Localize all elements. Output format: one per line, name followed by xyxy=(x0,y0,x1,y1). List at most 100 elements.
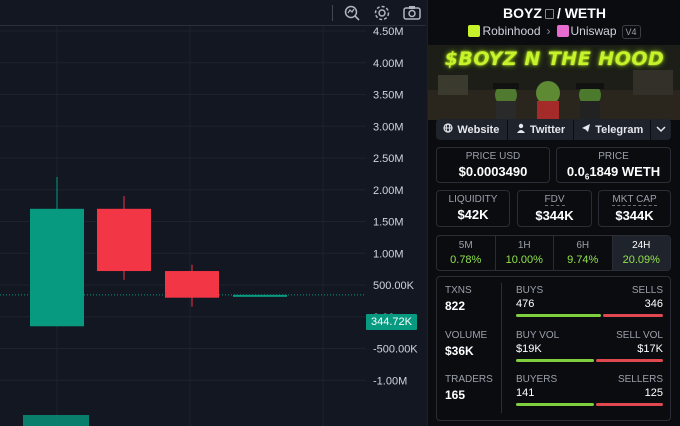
chevron-down-icon xyxy=(656,124,666,136)
candlestick-plot[interactable]: 4.50M 4.00M 3.50M 3.00M 2.50M 2.00M 1.50M 1.00M… xyxy=(0,26,426,426)
trade-stats-box: TXNS 822 VOLUME $36K TRADERS 165 BUYS SELLS … xyxy=(436,276,671,421)
chart-toolbar xyxy=(0,0,426,26)
buys-value: 476 xyxy=(516,298,535,310)
telegram-label: Telegram xyxy=(595,123,644,136)
price-native-box: PRICE 0.061849 WETH xyxy=(556,147,671,183)
website-label: Website xyxy=(457,123,500,136)
toolbar-divider xyxy=(332,5,333,21)
sell-vol-bar-fill xyxy=(595,359,663,362)
price-usd-value: $0.0003490 xyxy=(458,164,528,179)
telegram-icon xyxy=(581,123,591,136)
current-price-badge: 344.72K xyxy=(366,314,417,330)
price-native-suffix: 1849 WETH xyxy=(589,164,661,179)
fdv-value: $344K xyxy=(535,208,574,223)
telegram-button[interactable]: Telegram xyxy=(574,119,651,140)
more-links-button[interactable] xyxy=(651,119,671,140)
buys-sells-bar xyxy=(516,314,663,317)
price-native-label: PRICE xyxy=(598,151,629,162)
banner-title: $BOYZ N THE HOOD xyxy=(444,48,665,70)
app-root: 4.50M 4.00M 3.50M 3.00M 2.50M 2.00M 1.50M 1.00M… xyxy=(0,0,680,426)
robinhood-icon xyxy=(468,25,481,37)
tab-6h[interactable]: 6H 9.74% xyxy=(554,236,613,270)
social-links: Website Twitter Telegram xyxy=(436,119,671,140)
sell-vol-label: SELL VOL xyxy=(616,330,663,341)
price-chart[interactable]: 4.50M 4.00M 3.50M 3.00M 2.50M 2.00M 1.50M 1.00M… xyxy=(0,0,426,426)
buys-sells-stat: BUYS SELLS 476 346 xyxy=(516,285,663,317)
mkt-cap-value: $344K xyxy=(615,208,654,223)
sellers-label: SELLERS xyxy=(617,374,663,385)
website-button[interactable]: Website xyxy=(436,119,507,140)
buy-vol-value: $19K xyxy=(516,343,542,355)
txns-stat: TXNS 822 xyxy=(445,285,472,313)
user-icon xyxy=(516,123,526,136)
buyers-value: 141 xyxy=(516,387,535,399)
tab-1h[interactable]: 1H 10.00% xyxy=(496,236,554,270)
y-axis-tick-label: 2.00M xyxy=(373,185,404,197)
copy-icon[interactable] xyxy=(544,9,554,19)
dex-name[interactable]: Uniswap xyxy=(571,24,617,38)
buy-sell-volume-stat: BUY VOL SELL VOL $19K $17K xyxy=(516,330,663,362)
candle-body xyxy=(165,271,219,298)
liquidity-value: $42K xyxy=(457,207,489,222)
candle-body xyxy=(30,208,84,327)
twitter-button[interactable]: Twitter xyxy=(507,119,574,140)
candle-body xyxy=(97,208,151,272)
sell-vol-value: $17K xyxy=(637,343,663,355)
y-axis-tick-label: -500.00K xyxy=(373,344,418,356)
buyers-sellers-stat: BUYERS SELLERS 141 125 xyxy=(516,374,663,406)
y-axis-tick-label: 4.50M xyxy=(373,26,404,38)
volume-label: VOLUME xyxy=(445,330,488,341)
sells-label: SELLS xyxy=(631,285,663,296)
traders-stat: TRADERS 165 xyxy=(445,374,493,402)
price-native-value: 0.061849 WETH xyxy=(557,164,670,182)
traders-value: 165 xyxy=(445,388,466,402)
timeframe-tabs: 5M 0.78% 1H 10.00% 6H 9.74% 24H 20.09% xyxy=(436,235,671,271)
pair-separator: / xyxy=(556,5,561,21)
tab-24h[interactable]: 24H 20.09% xyxy=(612,236,670,270)
chain-breadcrumb: Robinhood › Uniswap V4 xyxy=(428,24,680,40)
buyers-bar-fill xyxy=(516,403,594,406)
sells-bar-fill xyxy=(603,314,663,317)
tab-6h-change: 9.74% xyxy=(567,254,599,266)
quote-token: WETH xyxy=(564,5,606,21)
buy-vol-bar-fill xyxy=(516,359,594,362)
tab-24h-change: 20.09% xyxy=(622,254,660,266)
liquidity-box: LIQUIDITY $42K xyxy=(436,190,510,227)
sellers-bar-fill xyxy=(595,403,663,406)
version-badge: V4 xyxy=(621,25,641,39)
txns-label: TXNS xyxy=(445,285,472,296)
indicator-search-icon[interactable] xyxy=(342,4,362,22)
candle-body xyxy=(233,294,287,297)
tab-5m-change: 0.78% xyxy=(450,254,482,266)
gear-icon[interactable] xyxy=(372,4,392,22)
buyers-label: BUYERS xyxy=(516,374,558,385)
uniswap-icon xyxy=(556,25,569,37)
chevron-right-icon: › xyxy=(546,24,551,38)
buys-bar-fill xyxy=(516,314,602,317)
mkt-cap-box[interactable]: MKT CAP $344K xyxy=(598,190,671,227)
tab-1h-label: 1H xyxy=(517,240,531,251)
traders-bar xyxy=(516,403,663,406)
chain-name[interactable]: Robinhood xyxy=(482,24,540,38)
token-banner-image: $BOYZ N THE HOOD xyxy=(428,45,680,120)
sells-value: 346 xyxy=(644,298,663,310)
tab-5m[interactable]: 5M 0.78% xyxy=(437,236,496,270)
buy-vol-label: BUY VOL xyxy=(516,330,560,341)
base-token: BOYZ xyxy=(503,5,542,21)
tab-6h-label: 6H xyxy=(576,240,590,251)
volume-stat: VOLUME $36K xyxy=(445,330,487,358)
liquidity-label: LIQUIDITY xyxy=(448,194,498,205)
camera-icon[interactable] xyxy=(402,4,422,22)
y-axis-tick-label: 500.00K xyxy=(373,280,415,292)
globe-icon xyxy=(443,123,453,136)
y-axis-tick-label: 4.00M xyxy=(373,58,404,70)
sellers-value: 125 xyxy=(644,387,663,399)
stats-divider xyxy=(501,283,502,413)
twitter-label: Twitter xyxy=(529,123,566,136)
tab-1h-change: 10.00% xyxy=(505,254,543,266)
fdv-box[interactable]: FDV $344K xyxy=(517,190,592,227)
volume-value: $36K xyxy=(445,344,474,358)
tab-5m-label: 5M xyxy=(458,240,473,251)
pair-title: BOYZ / WETH xyxy=(428,5,680,21)
fdv-label: FDV xyxy=(544,194,565,206)
